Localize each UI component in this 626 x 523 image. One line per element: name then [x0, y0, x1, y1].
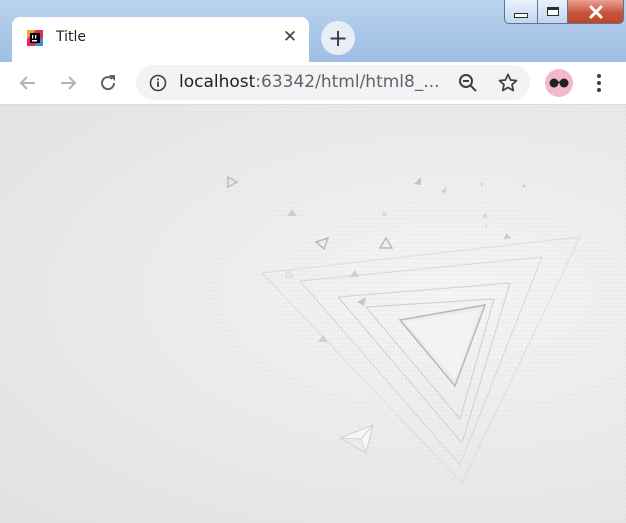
window-title-bar: Title ✕ + [0, 0, 626, 62]
small-triangle [227, 175, 239, 189]
third-triangle [299, 256, 543, 466]
new-tab-button[interactable]: + [321, 21, 355, 55]
background-triangles-illustration [227, 175, 581, 484]
kebab-menu-icon [597, 74, 601, 92]
address-bar[interactable]: localhost:63342/html/html8_... [136, 65, 530, 100]
window-close-button[interactable] [568, 0, 624, 24]
small-triangle [318, 335, 328, 342]
small-dot [484, 224, 488, 228]
paper-plane-icon [338, 424, 374, 455]
outer-triangle [261, 236, 581, 484]
url-path: :63342/html/html8_... [255, 72, 440, 92]
small-triangle [378, 236, 394, 249]
browser-toolbar: localhost:63342/html/html8_... [0, 62, 626, 105]
small-triangle [357, 297, 366, 306]
small-triangle [287, 209, 297, 216]
star-icon [498, 73, 518, 92]
bookmark-button[interactable] [494, 69, 522, 97]
small-triangle [381, 211, 388, 216]
small-dot [522, 184, 526, 188]
small-triangle [350, 270, 359, 277]
zoom-out-icon [459, 74, 477, 92]
back-arrow-icon [19, 76, 35, 90]
glasses-avatar-icon [549, 78, 569, 88]
zoom-button[interactable] [454, 69, 482, 97]
tab-close-icon: ✕ [282, 27, 298, 47]
page-content [0, 105, 626, 523]
minimize-button[interactable] [504, 0, 538, 24]
small-triangle [441, 187, 446, 193]
small-dot [480, 182, 484, 186]
url-text[interactable]: localhost:63342/html/html8_... [179, 72, 440, 92]
tab-close-button[interactable]: ✕ [279, 26, 301, 48]
maximize-icon [546, 7, 559, 16]
plus-icon: + [327, 24, 349, 52]
minimize-icon [514, 13, 528, 18]
small-triangle [414, 177, 421, 185]
browser-tab[interactable]: Title ✕ [12, 17, 309, 62]
small-triangle [504, 233, 511, 239]
small-triangle [314, 236, 330, 251]
tab-title: Title [56, 29, 87, 45]
profile-avatar[interactable] [545, 69, 573, 97]
window-controls [504, 0, 624, 24]
small-triangle [482, 213, 488, 218]
forward-button[interactable] [54, 69, 82, 97]
url-host: localhost [179, 72, 256, 92]
reload-button[interactable] [94, 69, 122, 97]
back-button[interactable] [14, 69, 42, 97]
intellij-icon [27, 30, 43, 46]
info-icon [149, 74, 167, 92]
close-icon [589, 5, 602, 18]
maximize-button[interactable] [538, 0, 568, 24]
small-triangle [284, 270, 295, 278]
forward-arrow-icon [61, 76, 77, 90]
browser-menu-button[interactable] [585, 69, 613, 97]
reload-icon [101, 75, 116, 91]
